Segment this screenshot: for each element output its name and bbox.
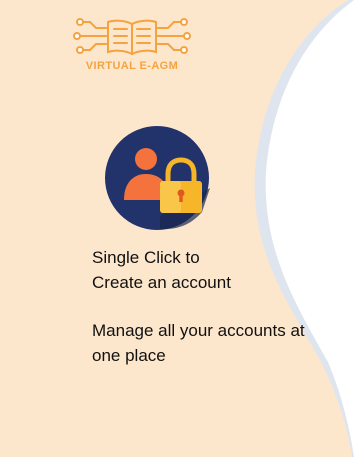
brand-name: VIRTUAL E-AGM (85, 60, 179, 72)
brand-logo: VIRTUAL E-AGM (72, 14, 192, 72)
feature-heading-line-1: Single Click to (92, 248, 200, 267)
user-lock-icon (105, 126, 210, 230)
feature-heading-line-2: Create an account (92, 273, 231, 292)
feature-description-line-2: one place (92, 346, 166, 365)
circuit-book-icon (73, 18, 191, 55)
onboarding-panel: VIRTUAL E-AGM Single Click to Create an … (0, 0, 354, 457)
feature-description-line-1: Manage all your accounts at (92, 321, 305, 340)
feature-heading: Single Click to Create an account (92, 245, 312, 295)
feature-description: Manage all your accounts at one place (92, 318, 354, 368)
